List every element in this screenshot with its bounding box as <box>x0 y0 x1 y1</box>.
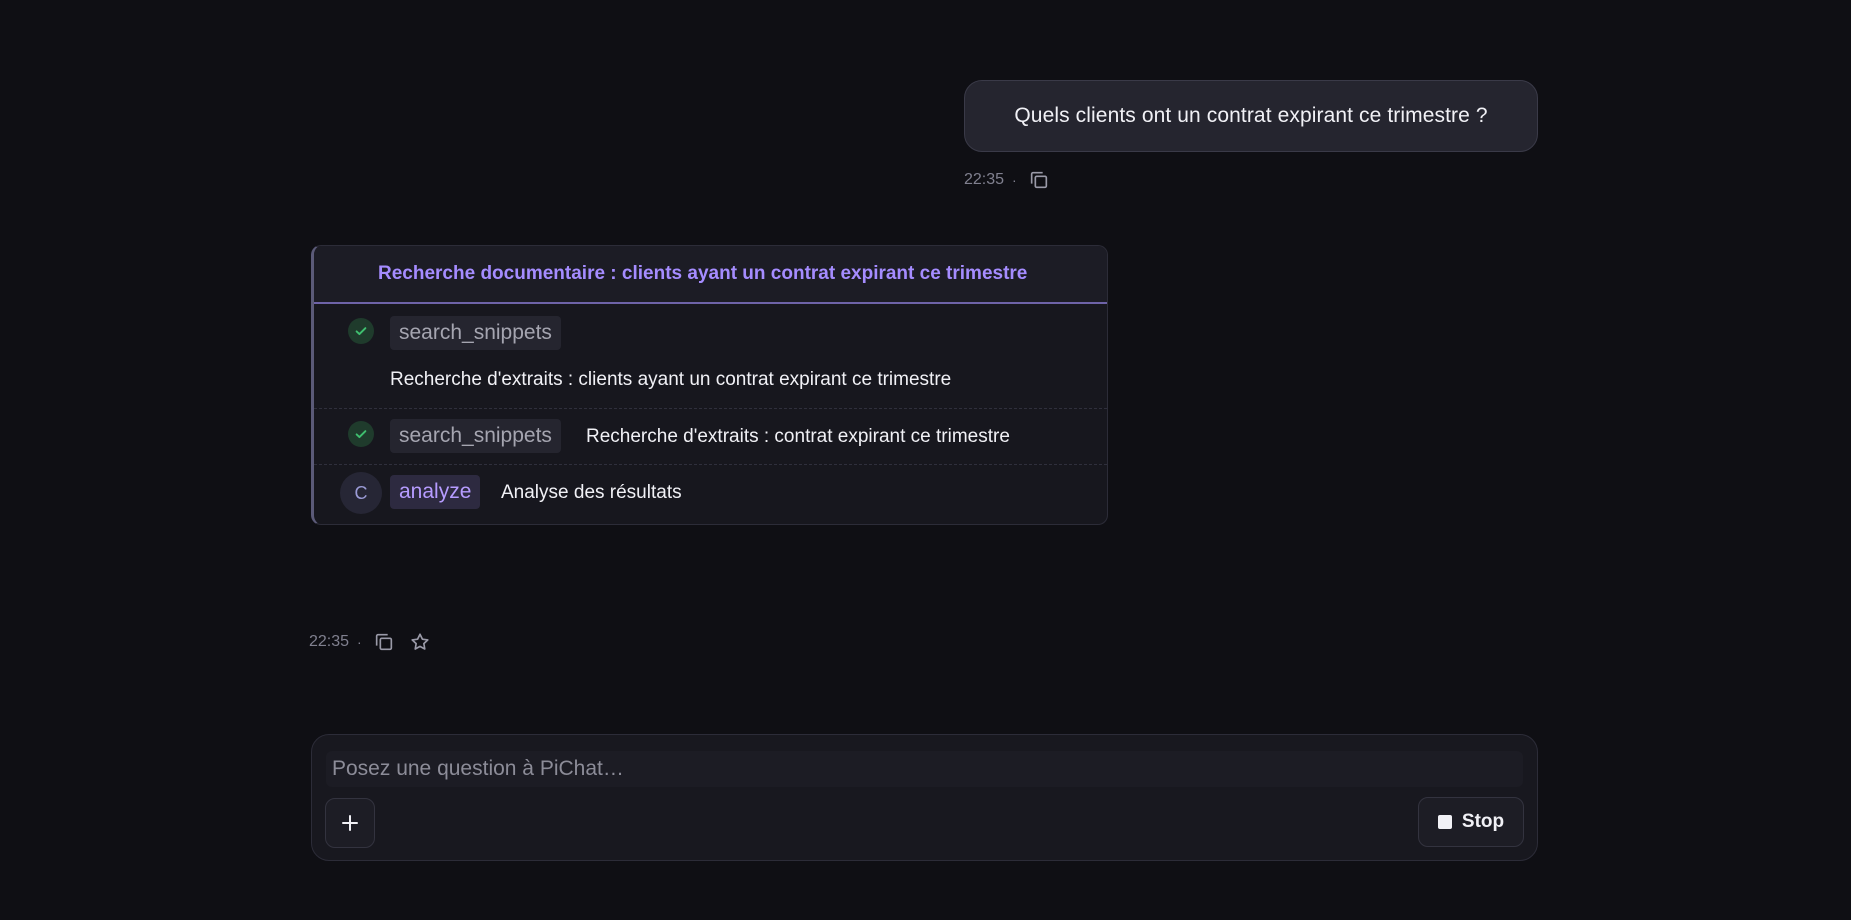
check-circle-icon <box>348 318 374 344</box>
stop-square-icon <box>1437 815 1452 829</box>
assistant-message-meta: 22:35 · <box>309 628 434 656</box>
assistant-message-time: 22:35 <box>309 633 350 650</box>
star-icon[interactable] <box>406 628 434 656</box>
tool-step: search_snippets Recherche d'extraits : c… <box>314 304 1107 409</box>
tool-step-description: Recherche d'extraits : clients ayant un … <box>390 369 952 390</box>
user-message-bubble: Quels clients ont un contrat expirant ce… <box>964 80 1538 152</box>
message-input[interactable] <box>326 751 1523 787</box>
tool-step: search_snippets Recherche d'extraits : c… <box>314 409 1107 465</box>
running-status-glyph: C <box>354 482 368 503</box>
chat-page: Quels clients ont un contrat expirant ce… <box>0 0 1851 920</box>
user-message-time: 22:35 <box>964 171 1005 188</box>
user-message-meta: 22:35 · <box>964 166 1053 194</box>
check-circle-icon <box>348 421 374 447</box>
tool-step-description: Analyse des résultats <box>501 482 682 503</box>
copy-icon[interactable] <box>1025 166 1053 194</box>
tool-name-chip: analyze <box>390 475 481 509</box>
tool-step: C analyze Analyse des résultats <box>314 465 1107 523</box>
meta-separator: · <box>357 634 362 650</box>
tool-name-chip: search_snippets <box>390 419 561 453</box>
tool-panel-title-text: Recherche documentaire : clients ayant u… <box>378 263 1028 284</box>
stop-button-label: Stop <box>1461 811 1505 832</box>
running-status-icon: C <box>340 472 382 514</box>
tool-activity-panel: Recherche documentaire : clients ayant u… <box>311 245 1108 525</box>
plus-icon <box>342 815 358 831</box>
tool-name-chip: search_snippets <box>390 316 561 350</box>
meta-separator: · <box>1012 172 1017 188</box>
message-composer: Stop <box>311 734 1538 861</box>
tool-name: analyze <box>399 480 472 503</box>
stop-button[interactable]: Stop <box>1418 797 1524 847</box>
copy-icon[interactable] <box>370 628 398 656</box>
tool-panel-title[interactable]: Recherche documentaire : clients ayant u… <box>314 246 1107 304</box>
tool-name: search_snippets <box>399 321 552 344</box>
tool-name: search_snippets <box>399 424 552 447</box>
tool-step-description: Recherche d'extraits : contrat expirant … <box>586 426 1010 447</box>
user-message-text: Quels clients ont un contrat expirant ce… <box>1014 104 1488 127</box>
attach-button[interactable] <box>325 798 375 848</box>
